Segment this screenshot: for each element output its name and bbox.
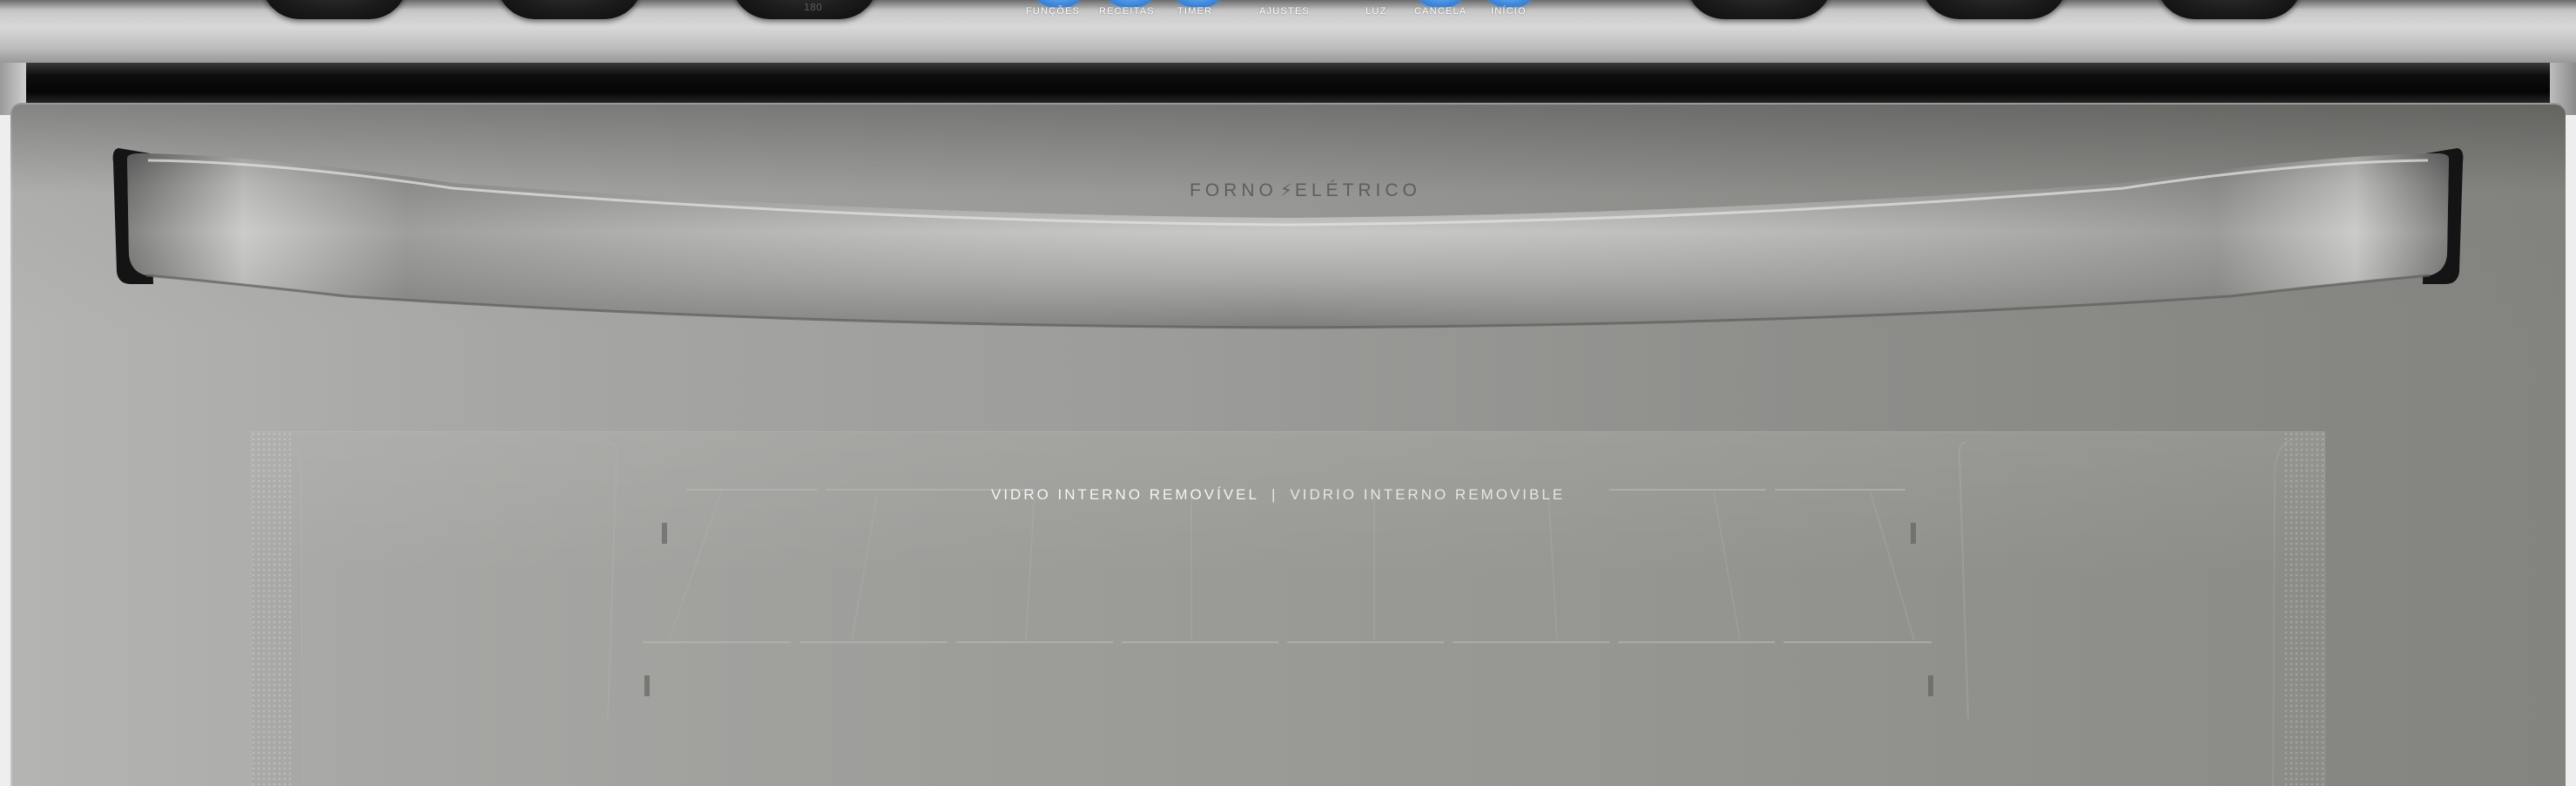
oven-front: 180 FUNÇÕES RECEITAS TIMER AJUSTES LUZ C… xyxy=(0,0,2576,786)
lightning-bolt-icon: ⚡︎ xyxy=(1279,181,1292,200)
door-handle[interactable] xyxy=(0,0,2576,349)
brand-right-text: ELÉTRICO xyxy=(1294,180,1421,200)
glass-label-separator: | xyxy=(1271,486,1278,503)
oven-interior xyxy=(285,439,2291,786)
glass-label-es: VIDRIO INTERNO REMOVIBLE xyxy=(1290,486,1566,503)
left-rack-support xyxy=(607,441,618,720)
brand-wordmark: FORNO ⚡︎ ELÉTRICO xyxy=(1190,180,1421,201)
removable-glass-label: VIDRO INTERNO REMOVÍVEL | VIDRIO INTERNO R… xyxy=(991,486,1565,504)
right-rack-support xyxy=(1958,441,1969,720)
glass-label-pt: VIDRO INTERNO REMOVÍVEL xyxy=(991,486,1259,503)
brand-left-text: FORNO xyxy=(1190,180,1278,200)
